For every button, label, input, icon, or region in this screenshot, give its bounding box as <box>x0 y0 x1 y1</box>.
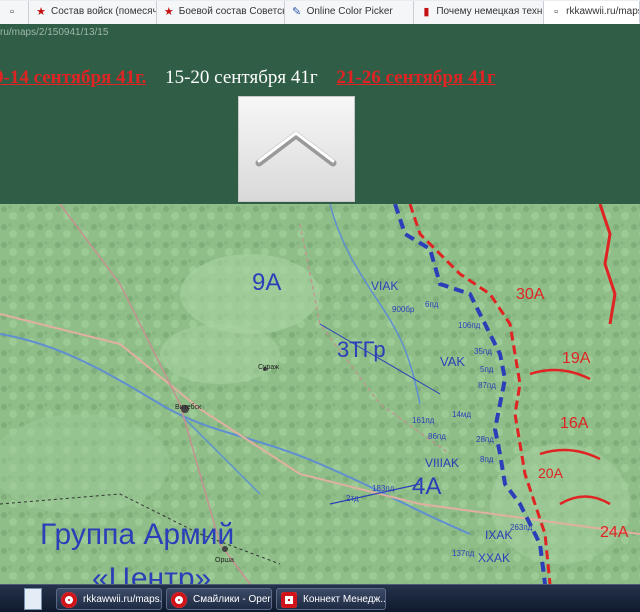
unit-5pd: 5пд <box>480 365 494 374</box>
taskbar: rkkawwii.ru/maps... Смайлики - Opera Кон… <box>0 584 640 612</box>
tab-0[interactable]: ▫ <box>0 1 29 24</box>
unit-161pd: 161пд <box>412 416 435 425</box>
connect-manager-icon <box>281 592 297 608</box>
tab-label: Online Color Picker <box>306 6 393 17</box>
bookmark-favicon: ▮ <box>423 6 430 18</box>
army-24-label: 24А <box>600 524 629 541</box>
tab-bar: ▫ ★ Состав войск (помесячно ★ Боевой сос… <box>0 0 640 25</box>
unit-2td: 2тд <box>346 494 359 503</box>
battle-map: 9А VIAK 3ТГр VAK VIIIAK 4А Группа Армий … <box>0 204 640 584</box>
taskbar-item-connect[interactable]: Коннект Менедж... <box>276 588 386 610</box>
unit-28pd: 28пд <box>476 435 494 444</box>
taskbar-label: Коннект Менедж... <box>303 594 386 605</box>
unit-87pd: 87пд <box>478 381 496 390</box>
star-favicon: ★ <box>36 6 46 18</box>
tab-3[interactable]: ✎ Online Color Picker <box>284 1 415 24</box>
opera-icon <box>171 592 187 608</box>
prev-week-link[interactable]: 9-14 сентября 41г. <box>0 67 146 88</box>
taskbar-label: rkkawwii.ru/maps... <box>83 594 162 605</box>
next-week-link[interactable]: 21-26 сентября 41г <box>336 67 495 88</box>
address-bar[interactable]: ru/maps/2/150941/13/15 <box>0 24 640 44</box>
star-favicon: ★ <box>163 6 174 18</box>
army-group-center-line1: Группа Армий <box>40 518 234 551</box>
unit-86pd: 86пд <box>428 432 446 441</box>
army-16-label: 16А <box>560 415 589 432</box>
current-week-label: 15-20 сентября 41г <box>165 67 318 88</box>
unit-106pd: 106пд <box>458 321 481 330</box>
unit-6pd: 6пд <box>425 300 439 309</box>
unit-137pd: 137пд <box>452 549 475 558</box>
tab-label: Боевой состав Советско <box>178 6 285 17</box>
corps-ixak-label: IXAK <box>485 528 512 542</box>
tab-5-active[interactable]: ▫ rkkawwii.ru/maps/2/ <box>544 1 640 24</box>
army-19-label: 19А <box>562 350 591 367</box>
taskbar-item-rkka[interactable]: rkkawwii.ru/maps... <box>56 588 162 610</box>
army-4-label: 4А <box>412 473 441 500</box>
army-9-label: 9А <box>252 269 281 296</box>
town-vitebsk: Витебск <box>175 403 202 411</box>
unit-8pd: 8пд <box>480 455 494 464</box>
page-icon: ▫ <box>554 6 559 18</box>
address-url: ru/maps/2/150941/13/15 <box>0 27 109 38</box>
unit-900br: 900бр <box>392 305 415 314</box>
corps-xxak-label: XXAK <box>478 551 510 565</box>
town-orsha: Орша <box>215 557 234 564</box>
army-30-label: 30А <box>516 286 545 303</box>
tab-label: Состав войск (помесячно <box>51 6 156 17</box>
unit-263pd: 263пд <box>510 523 533 532</box>
tab-4[interactable]: ▮ Почему немецкая техни <box>414 1 545 24</box>
taskbar-item-smiles[interactable]: Смайлики - Opera <box>166 588 272 610</box>
tab-label: Почему немецкая техни <box>436 6 545 17</box>
unit-183pd: 183пд <box>372 484 395 493</box>
tab-2[interactable]: ★ Боевой состав Советско <box>156 1 285 24</box>
document-icon[interactable] <box>24 588 42 610</box>
unit-14md: 14мд <box>452 410 471 419</box>
tab-1[interactable]: ★ Состав войск (помесячно <box>29 1 157 24</box>
army-20-label: 20А <box>538 465 564 481</box>
taskbar-label: Смайлики - Opera <box>193 594 272 605</box>
town-surazh: Сураж <box>258 364 279 371</box>
chevron-up-icon <box>255 131 337 167</box>
opera-icon <box>61 592 77 608</box>
army-group-center-line2: «Центр» <box>92 562 211 584</box>
tab-label: rkkawwii.ru/maps/2/ <box>566 6 639 17</box>
panzer-group-3-label: 3ТГр <box>337 337 386 362</box>
corps-viak-label: VIAK <box>371 279 398 293</box>
color-picker-icon: ✎ <box>291 6 302 18</box>
unit-35pd: 35пд <box>474 347 492 356</box>
corps-viiiak-label: VIIIAK <box>425 456 459 470</box>
page-icon: ▫ <box>10 6 14 18</box>
corps-vak-label: VAK <box>440 354 465 369</box>
scroll-up-button[interactable] <box>238 96 355 202</box>
date-nav: 9-14 сентября 41г. 15-20 сентября 41г 21… <box>0 67 640 89</box>
